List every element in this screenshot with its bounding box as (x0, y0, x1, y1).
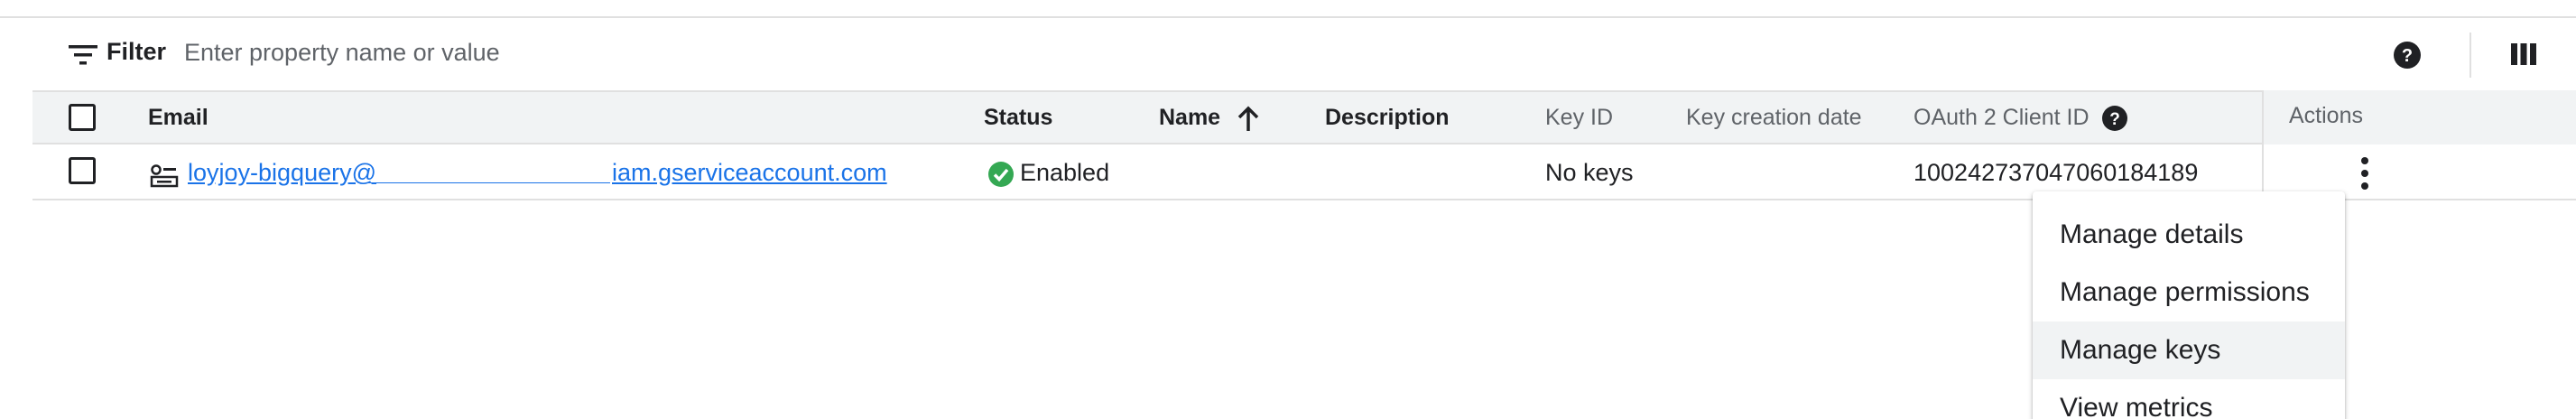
toolbar-divider (2469, 33, 2471, 78)
help-icon[interactable]: ? (2388, 36, 2426, 74)
oauth-client-id-value: 100242737047060184189 (1913, 159, 2199, 186)
svg-text:?: ? (2402, 46, 2413, 66)
svg-text:?: ? (2109, 110, 2120, 129)
menu-item-manage-permissions[interactable]: Manage permissions (2033, 264, 2345, 321)
service-account-icon (150, 164, 179, 188)
column-header-key-id[interactable]: Key ID (1545, 105, 1613, 131)
column-header-status[interactable]: Status (984, 105, 1052, 131)
column-header-actions: Actions (2289, 103, 2363, 128)
sort-ascending-icon[interactable] (1233, 104, 1264, 135)
column-header-actions-cell: Actions (2262, 90, 2576, 144)
check-circle-icon (988, 162, 1014, 187)
row-actions-menu: Manage details Manage permissions Manage… (2033, 191, 2345, 419)
row-select-checkbox[interactable] (69, 157, 96, 184)
filter-bar: Filter ? (32, 18, 2576, 90)
menu-item-manage-keys[interactable]: Manage keys (2033, 321, 2345, 379)
column-display-icon[interactable] (2506, 38, 2542, 70)
filter-input[interactable] (184, 34, 1809, 70)
column-header-oauth-client-id[interactable]: OAuth 2 Client ID (1913, 105, 2090, 131)
service-accounts-page: Filter ? Email Status Name Description K… (0, 0, 2576, 419)
menu-item-view-metrics[interactable]: View metrics (2033, 379, 2345, 419)
table-header-row: Email Status Name Description Key ID Key… (32, 90, 2576, 144)
status-value: Enabled (1020, 159, 1110, 186)
select-all-checkbox[interactable] (69, 104, 96, 131)
column-header-name[interactable]: Name (1159, 105, 1220, 131)
filter-label[interactable]: Filter (107, 38, 166, 66)
more-vert-icon[interactable] (2350, 154, 2379, 193)
oauth-help-icon[interactable]: ? (2099, 103, 2130, 134)
column-header-description[interactable]: Description (1325, 105, 1450, 131)
column-header-email[interactable]: Email (148, 105, 208, 131)
email-link-prefix[interactable]: loyjoy-bigquery@ (188, 159, 376, 187)
key-id-value: No keys (1545, 159, 1634, 186)
menu-item-manage-details[interactable]: Manage details (2033, 206, 2345, 264)
column-header-key-creation-date[interactable]: Key creation date (1686, 105, 1862, 131)
email-link-suffix[interactable]: iam.gserviceaccount.com (612, 159, 887, 187)
filter-icon[interactable] (69, 45, 97, 65)
email-redacted-segment (366, 182, 610, 183)
